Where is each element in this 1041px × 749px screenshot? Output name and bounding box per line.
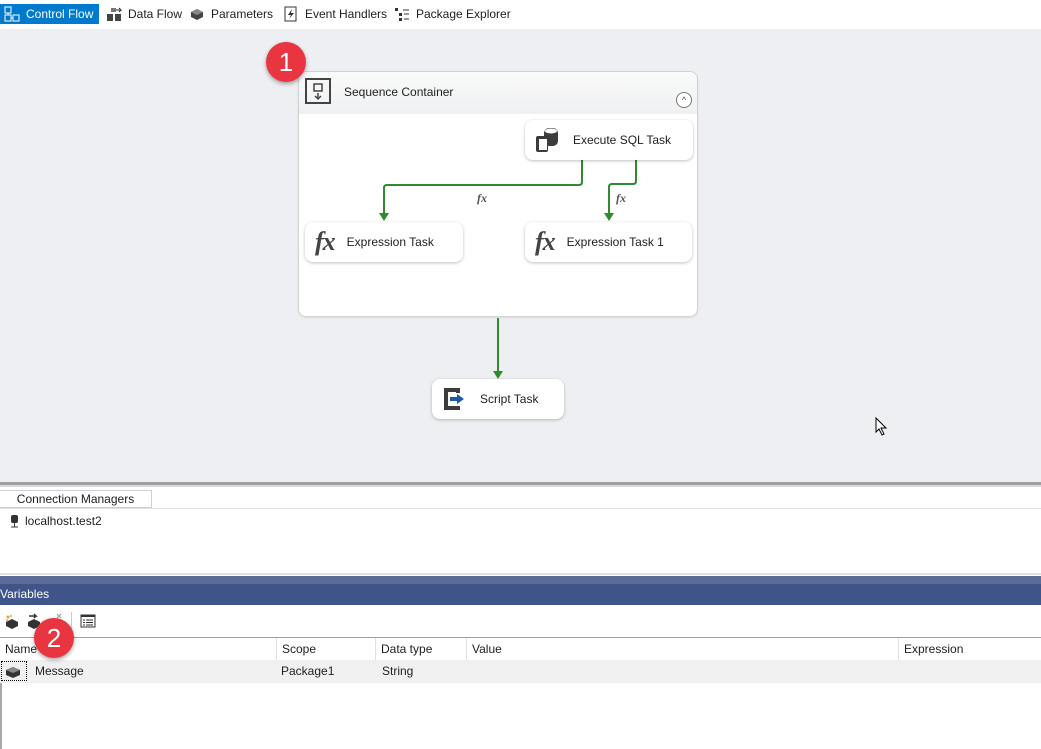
column-header-data-type[interactable]: Data type	[375, 638, 466, 660]
script-icon	[438, 384, 468, 414]
variables-title: Variables	[0, 587, 50, 601]
splitter-shadow	[0, 485, 1041, 487]
variable-value[interactable]	[466, 660, 898, 683]
fx-icon: fx	[535, 227, 556, 256]
variable-row[interactable]: Message Package1 String	[0, 660, 1041, 683]
task-name: Expression Task	[346, 235, 434, 249]
task-name: Script Task	[480, 392, 539, 406]
variables-grid-empty-area	[0, 683, 1041, 749]
fx-icon: fx	[315, 227, 336, 256]
script-task[interactable]: Script Task	[432, 379, 564, 419]
divider	[0, 508, 1041, 509]
expression-constraint-label: fx	[477, 191, 487, 205]
expression-constraint-label: fx	[616, 191, 626, 205]
add-variable-button[interactable]	[4, 613, 20, 629]
task-name: Expression Task 1	[566, 235, 664, 249]
variables-grid-header: Name Scope Data type Value Expression	[0, 637, 1041, 660]
variable-data-type[interactable]: String	[377, 660, 466, 683]
variables-toolbar	[0, 605, 1041, 637]
callout-badge-1: 1	[266, 42, 306, 82]
variable-scope: Package1	[281, 664, 335, 678]
arrowhead	[379, 213, 389, 221]
variable-name[interactable]: Message	[30, 660, 276, 683]
variables-title-strip	[0, 576, 1041, 584]
column-header-expression[interactable]: Expression	[898, 638, 1041, 660]
task-name: Execute SQL Task	[573, 133, 672, 147]
expression-task-1[interactable]: fx Expression Task 1	[525, 222, 692, 262]
column-header-scope[interactable]: Scope	[276, 638, 375, 660]
column-header-value[interactable]: Value	[466, 638, 898, 660]
arrowhead	[493, 371, 503, 379]
grid-options-button[interactable]	[80, 613, 96, 629]
execute-sql-task[interactable]: Execute SQL Task	[525, 120, 693, 160]
constraint-sql-to-expression[interactable]	[383, 160, 583, 215]
connection-name: localhost.test2	[25, 514, 102, 528]
connection-icon	[9, 514, 21, 528]
variables-title-bar: Variables	[0, 584, 1041, 605]
add-variable-icon	[6, 615, 18, 629]
divider	[0, 573, 1041, 575]
expression-task[interactable]: fx Expression Task	[305, 222, 463, 262]
constraint-sql-to-expression-1[interactable]	[608, 160, 637, 215]
callout-badge-2: 2	[34, 618, 74, 658]
connection-manager-item[interactable]: localhost.test2	[9, 514, 102, 528]
grid-options-icon	[80, 614, 96, 628]
variable-expression[interactable]	[898, 660, 1041, 683]
database-icon	[533, 126, 561, 154]
arrowhead	[604, 213, 614, 221]
mouse-cursor-icon	[875, 417, 888, 436]
variable-icon	[1, 661, 27, 681]
tab-connection-managers[interactable]: Connection Managers	[0, 490, 152, 508]
